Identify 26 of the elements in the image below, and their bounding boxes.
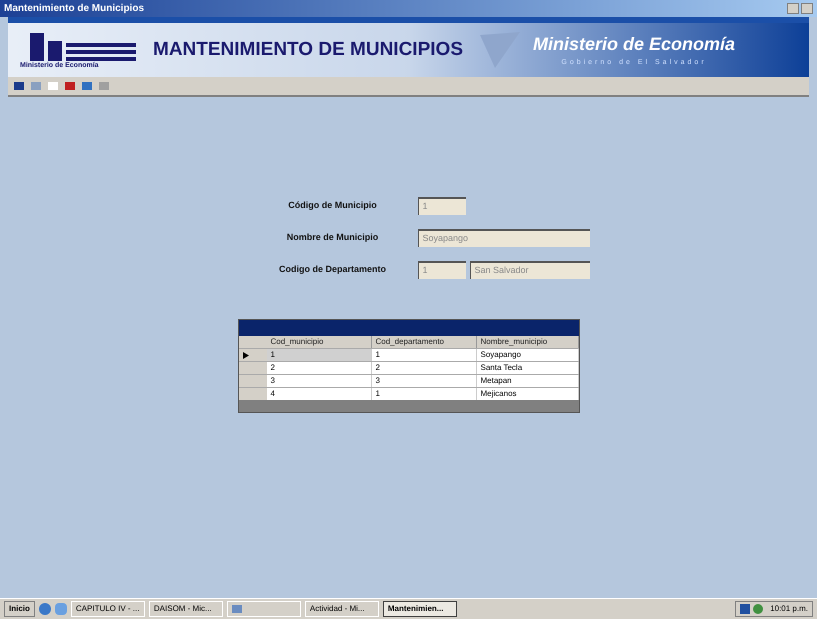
table-cell: 1: [372, 388, 476, 400]
taskbar-button[interactable]: CAPITULO IV - ...: [70, 601, 145, 617]
taskbar-button[interactable]: [226, 601, 301, 617]
start-button[interactable]: Inicio: [4, 601, 35, 617]
tray-icon[interactable]: [753, 604, 764, 614]
table-cell: Mejicanos: [476, 388, 578, 400]
quick-launch-icon[interactable]: [38, 603, 51, 615]
field-label: Código de Municipio: [287, 199, 378, 212]
close-button[interactable]: [801, 3, 813, 14]
field-label: Codigo de Departamento: [278, 263, 387, 276]
table-cell: 1: [266, 349, 372, 361]
minimize-button[interactable]: [787, 3, 799, 14]
row-selector[interactable]: [238, 349, 266, 361]
tray-icon[interactable]: [740, 604, 750, 614]
table-cell: 4: [266, 388, 372, 400]
taskbar-button[interactable]: Actividad - Mi...: [304, 601, 379, 617]
window-title: Mantenimiento de Municipios: [4, 2, 144, 16]
quick-launch-icon[interactable]: [54, 603, 67, 615]
taskbar-button[interactable]: DAISOM - Mic...: [148, 601, 223, 617]
header-title: MANTENIMIENTO DE MUNICIPIOS: [153, 38, 463, 62]
taskbar-button[interactable]: Mantenimien...: [382, 601, 457, 617]
row-pointer-icon: [242, 352, 248, 358]
clock: 10:01 p.m.: [770, 603, 808, 615]
window-icon: [232, 605, 242, 613]
field-label: Nombre de Municipio: [286, 231, 380, 244]
brand-name: Ministerio de Economía: [533, 33, 736, 56]
